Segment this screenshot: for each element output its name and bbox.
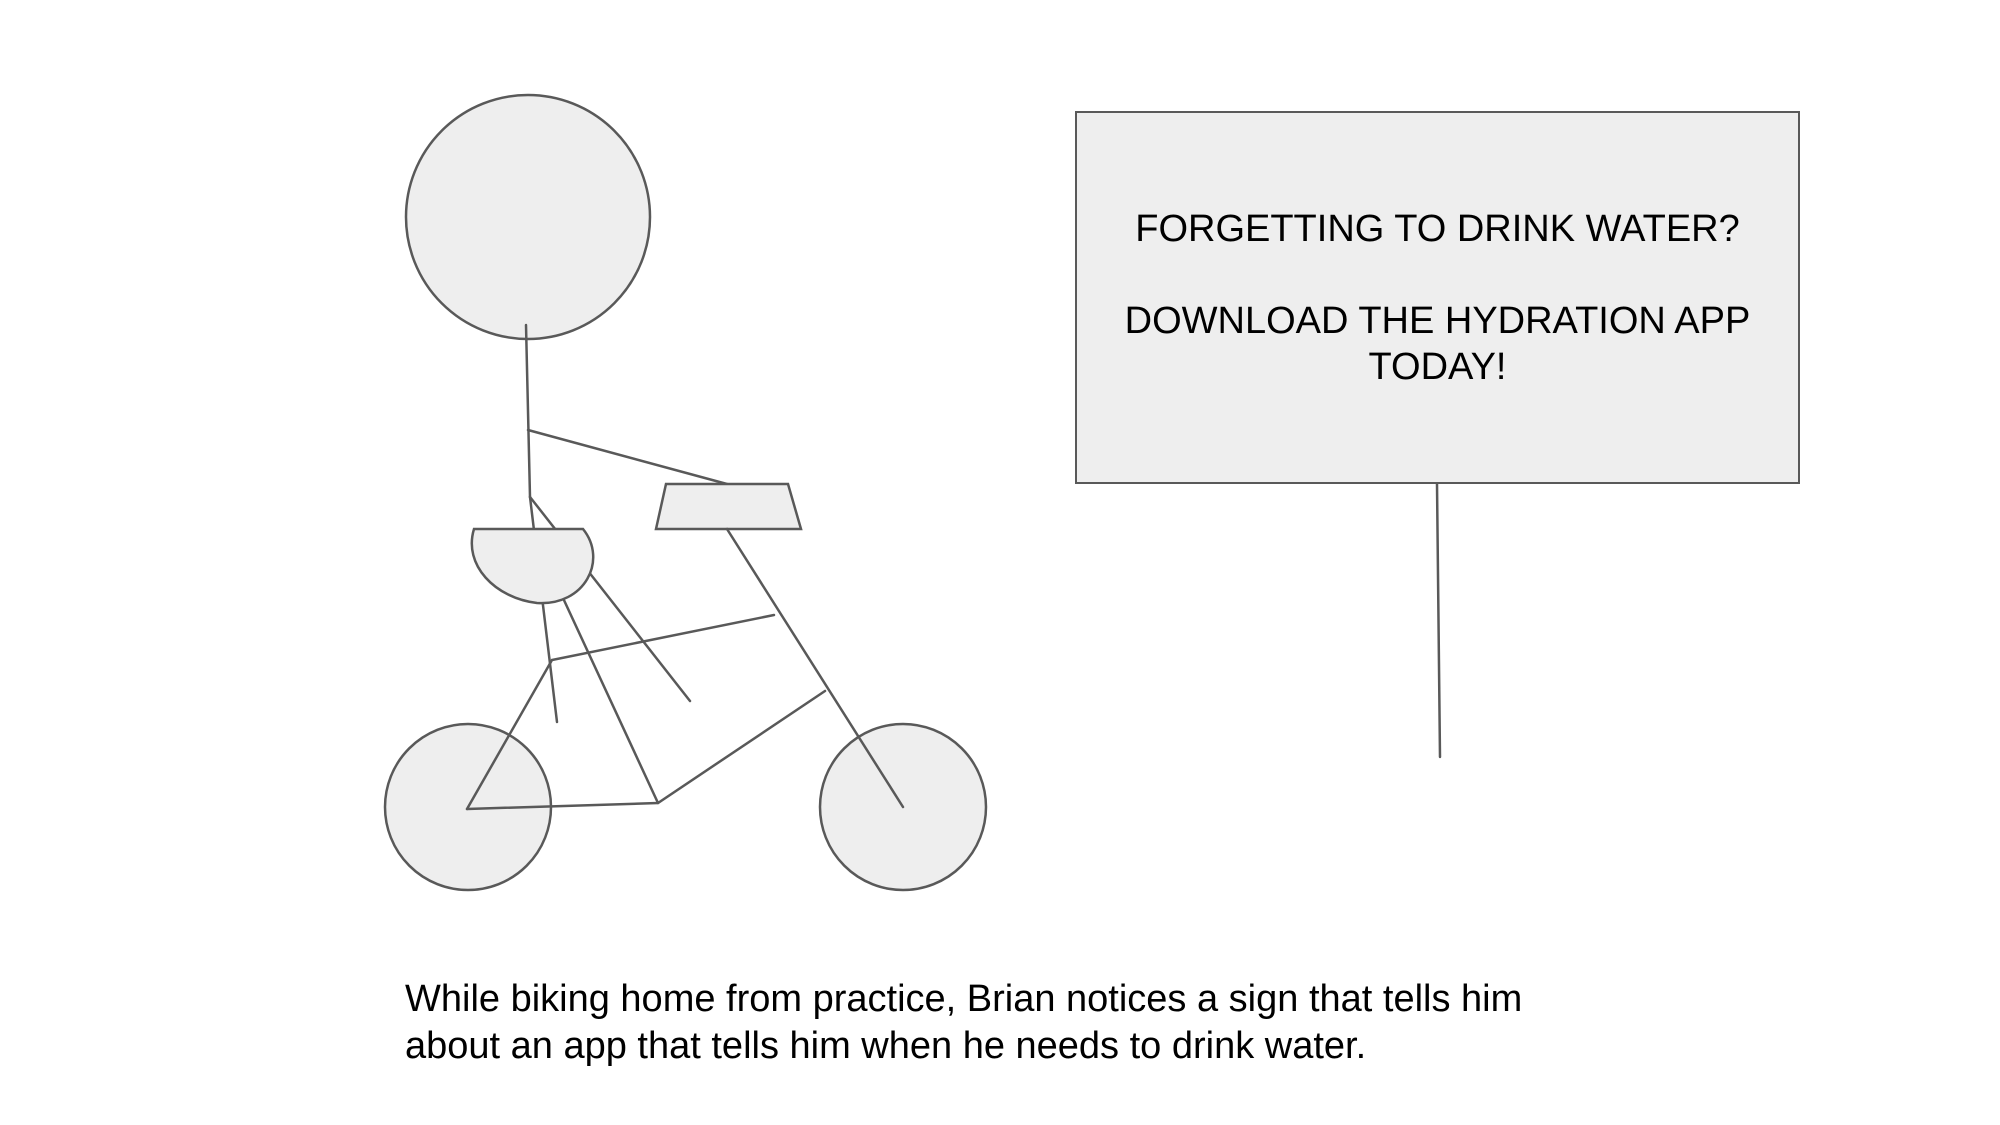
caption-line-1: While biking home from practice, Brian n… — [405, 978, 1523, 1020]
torso — [524, 323, 532, 499]
sign-post — [1435, 482, 1442, 759]
bike-seat — [470, 527, 595, 605]
bike-seat-tube — [561, 596, 660, 805]
stick-figure-on-bike — [383, 93, 988, 892]
scene-caption: While biking home from practice, Brian n… — [405, 976, 1665, 1070]
head — [404, 93, 652, 341]
hydration-app-sign: FORGETTING TO DRINK WATER? DOWNLOAD THE … — [1075, 111, 1800, 484]
caption-line-2: about an app that tells him when he need… — [405, 1025, 1367, 1067]
sign-headline: FORGETTING TO DRINK WATER? — [1135, 207, 1740, 250]
arm — [526, 428, 729, 486]
bike-handlebar — [654, 482, 803, 531]
sign-call-to-action: DOWNLOAD THE HYDRATION APP TODAY! — [1124, 299, 1751, 388]
bike-fork — [725, 527, 905, 809]
